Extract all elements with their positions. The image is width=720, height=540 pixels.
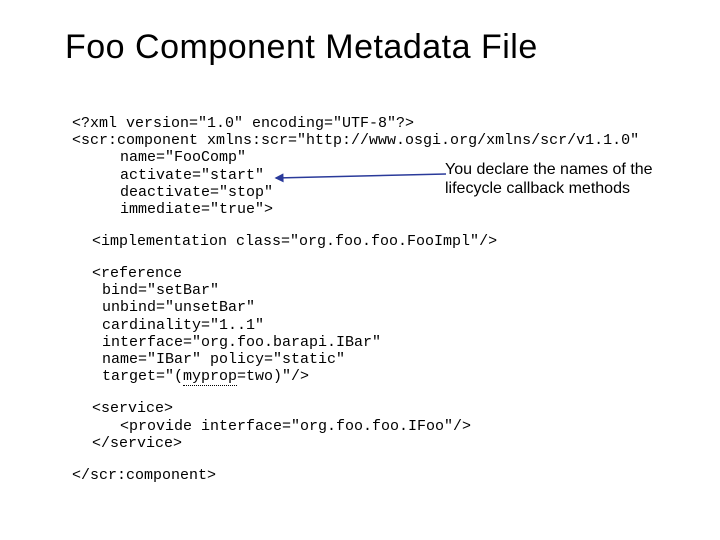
code-line-unbind-attr: unbind="unsetBar" (102, 299, 255, 316)
code-line-provide: <provide interface="org.foo.foo.IFoo"/> (120, 418, 471, 435)
code-line-immediate-attr: immediate="true"> (120, 201, 273, 218)
code-line-service-open: <service> (92, 400, 173, 417)
target-suffix: =two)"/> (237, 368, 309, 385)
code-line-service-close: </service> (92, 435, 182, 452)
code-line-implementation: <implementation class="org.foo.foo.FooIm… (92, 233, 497, 250)
code-line-xml-decl: <?xml version="1.0" encoding="UTF-8"?> (72, 115, 414, 132)
target-prefix: target="( (102, 368, 183, 385)
annotation-arrow-icon (268, 172, 448, 184)
code-line-interface: interface="org.foo.barapi.IBar" (102, 334, 381, 351)
code-line-bind-attr: bind="setBar" (102, 282, 219, 299)
slide-title: Foo Component Metadata File (65, 28, 538, 67)
code-line-name-policy: name="IBar" policy="static" (102, 351, 345, 368)
annotation-text: You declare the names of the lifecycle c… (445, 160, 675, 198)
code-line-reference-open: <reference (92, 265, 182, 282)
code-line-component-open: <scr:component xmlns:scr="http://www.osg… (72, 132, 639, 149)
code-line-cardinality: cardinality="1..1" (102, 317, 264, 334)
code-line-deactivate-attr: deactivate="stop" (120, 184, 273, 201)
code-line-activate-attr: activate="start" (120, 167, 264, 184)
code-line-name-attr: name="FooComp" (120, 149, 246, 166)
target-underlined: myprop (183, 368, 237, 386)
code-line-component-close: </scr:component> (72, 467, 216, 484)
code-line-target: target="(myprop=two)"/> (102, 368, 309, 385)
